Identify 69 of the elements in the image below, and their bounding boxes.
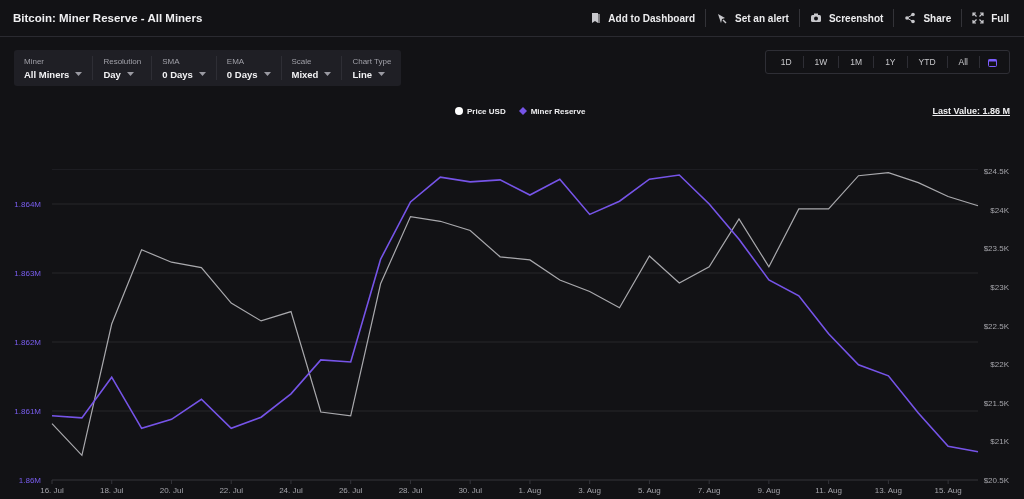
dashboard-button[interactable]: Add to Dashboard xyxy=(579,9,706,27)
x-axis-label: 20. Jul xyxy=(159,486,184,495)
filter-dropdown[interactable]: 0 Days xyxy=(162,68,206,80)
x-axis-label: 3. Aug xyxy=(578,486,601,495)
y-axis-label: 1.864M xyxy=(14,200,41,209)
filter-dropdown[interactable]: All Miners xyxy=(24,68,83,80)
caret-icon xyxy=(377,72,385,76)
range-button[interactable]: 1D xyxy=(769,56,803,68)
y-axis-label: $23K xyxy=(990,282,1009,292)
x-axis-label: 26. Jul xyxy=(338,486,363,495)
x-axis-label: 18. Jul xyxy=(99,486,124,495)
filter-dropdown[interactable]: Day xyxy=(103,68,142,80)
caret-icon xyxy=(75,72,83,76)
legend-label[interactable]: Price USD xyxy=(467,106,506,116)
y-axis-label: $23.5K xyxy=(983,244,1009,254)
x-axis-label: 13. Aug xyxy=(874,486,902,495)
y-axis-label: 1.862M xyxy=(14,338,41,347)
x-axis-label: 16. Jul xyxy=(40,486,64,495)
bookmark-icon xyxy=(589,12,602,24)
caret-icon xyxy=(324,72,332,76)
share-icon xyxy=(904,12,917,24)
y-axis-label: 1.863M xyxy=(14,269,41,278)
filter-label: Resolution xyxy=(103,56,142,66)
y-axis-label: $24.5K xyxy=(983,167,1009,177)
full-button[interactable]: Full xyxy=(961,9,1011,27)
filter-dropdown[interactable]: 0 Days xyxy=(226,68,271,80)
y-axis-label: $24K xyxy=(990,205,1009,215)
y-axis-label: $22K xyxy=(990,360,1009,370)
filter-dropdown[interactable]: Line xyxy=(352,68,392,80)
x-axis-label: 24. Jul xyxy=(279,486,303,495)
filter-dropdown[interactable]: Mixed xyxy=(291,68,332,80)
filter-label: Chart Type xyxy=(352,56,392,66)
x-axis-label: 9. Aug xyxy=(757,486,781,495)
expand-icon xyxy=(972,12,985,24)
filter-label: Scale xyxy=(291,56,313,66)
camera-icon xyxy=(809,12,822,24)
y-axis-label: $21K xyxy=(990,437,1009,447)
x-axis-label: 5. Aug xyxy=(638,486,661,495)
range-button[interactable]: 1M xyxy=(838,56,874,68)
x-axis-label: 11. Aug xyxy=(815,486,842,495)
range-button[interactable]: 1W xyxy=(802,56,839,68)
filter-label: Miner xyxy=(24,56,45,66)
calendar-icon xyxy=(988,57,997,67)
caret-icon xyxy=(126,72,134,76)
legend-label[interactable]: Miner Reserve xyxy=(530,106,586,116)
screenshot-button[interactable]: Screenshot xyxy=(798,9,894,27)
legend-marker-icon xyxy=(455,107,463,115)
y-axis-label: $21.5K xyxy=(983,398,1009,408)
filter-label: SMA xyxy=(162,56,181,66)
x-axis-label: 30. Jul xyxy=(458,486,482,495)
caret-icon xyxy=(198,72,206,76)
page-title: Bitcoin: Miner Reserve - All Miners xyxy=(13,12,203,24)
x-axis-label: 28. Jul xyxy=(398,486,423,495)
x-axis-label: 7. Aug xyxy=(697,486,721,495)
x-axis-label: 15. Aug xyxy=(934,486,962,495)
y-axis-label: $20.5K xyxy=(983,476,1009,485)
x-axis-label: 1. Aug xyxy=(518,486,542,495)
range-button[interactable]: All xyxy=(946,56,979,68)
range-button[interactable]: YTD xyxy=(906,56,947,68)
y-axis-label: 1.86M xyxy=(18,476,41,485)
y-axis-label: 1.861M xyxy=(14,407,41,416)
alert-button[interactable]: Set an alert xyxy=(705,9,799,27)
x-axis-label: 22. Jul xyxy=(219,486,243,495)
caret-icon xyxy=(263,72,271,76)
range-button[interactable]: 1Y xyxy=(873,56,907,68)
y-axis-label: $22.5K xyxy=(983,321,1009,331)
last-value-link[interactable]: Last Value: 1.86 M xyxy=(932,106,1010,116)
share-button[interactable]: Share xyxy=(893,9,962,27)
filter-label: EMA xyxy=(226,56,246,66)
